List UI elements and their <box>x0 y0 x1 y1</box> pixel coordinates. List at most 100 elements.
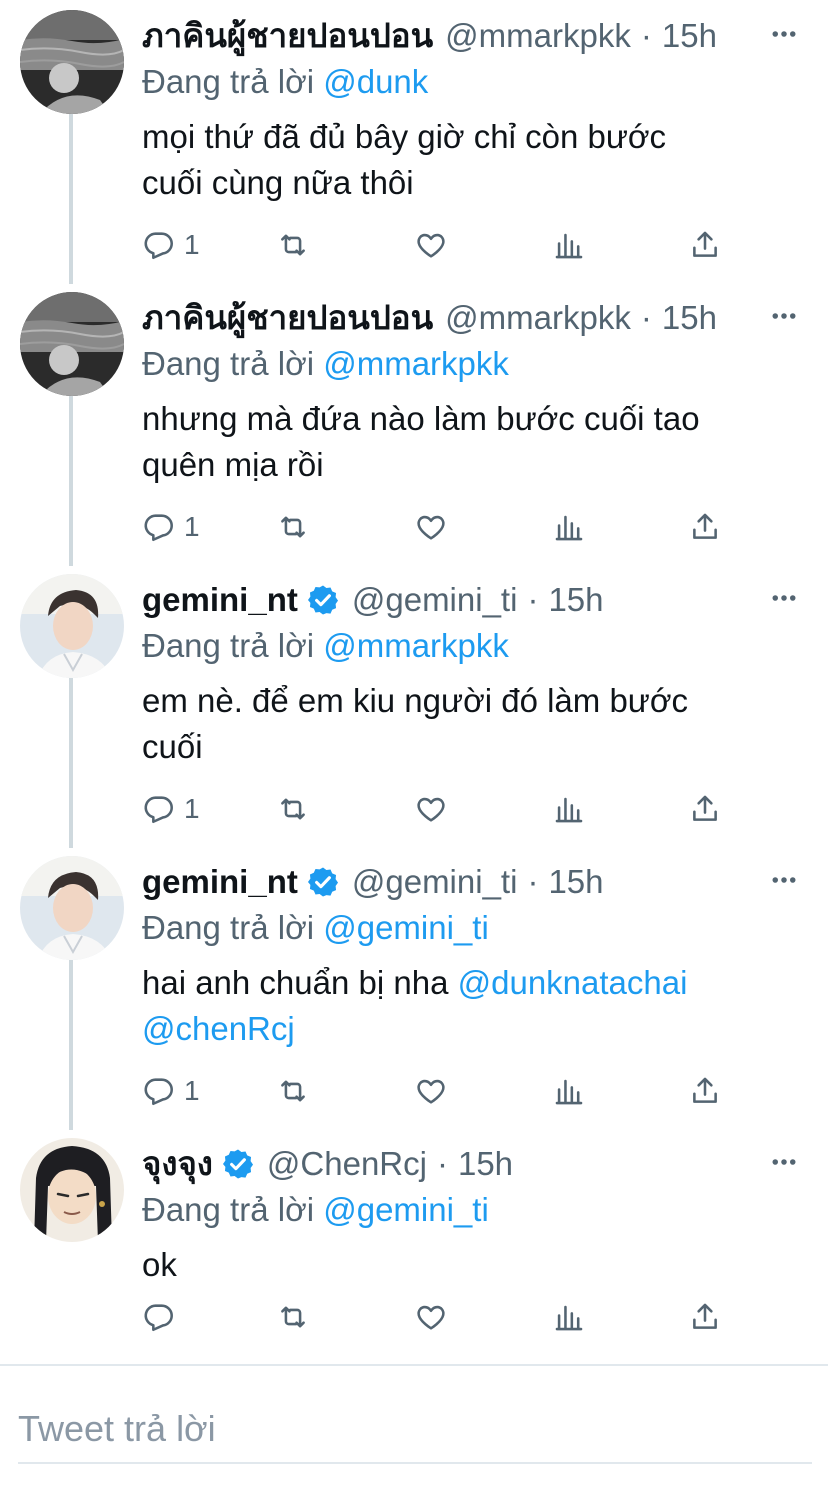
timestamp[interactable]: 15h <box>662 14 717 58</box>
share-button[interactable] <box>688 504 722 550</box>
display-name[interactable]: ภาคินผู้ชายปอนปอน <box>142 296 433 340</box>
conversation-thread: ภาคินผู้ชายปอนปอน @mmarkpkk · 15h Đang t… <box>0 0 828 1354</box>
tweet-text: ok <box>142 1242 792 1288</box>
avatar[interactable] <box>20 292 124 396</box>
replying-to-label: Đang trả lời <box>142 909 315 946</box>
share-button[interactable] <box>688 1294 722 1340</box>
separator-dot: · <box>436 1145 448 1182</box>
view-stats-button[interactable] <box>552 222 586 268</box>
text-mention[interactable]: @chenRcj <box>142 1010 295 1047</box>
more-icon <box>772 31 796 37</box>
thread-connector-line <box>69 114 73 284</box>
like-button[interactable] <box>414 1294 448 1340</box>
timestamp[interactable]: 15h <box>548 860 603 904</box>
reply-icon <box>144 1304 173 1332</box>
more-options-button[interactable] <box>766 16 802 52</box>
tweet-header: ภาคินผู้ชายปอนปอน @mmarkpkk · 15h <box>142 296 738 340</box>
user-handle[interactable]: @gemini_ti <box>352 578 518 622</box>
like-button[interactable] <box>414 786 448 832</box>
view-stats-button[interactable] <box>552 1294 586 1340</box>
timestamp[interactable]: 15h <box>458 1142 513 1186</box>
tweet-text-line: cuối <box>142 728 203 765</box>
view-stats-button[interactable] <box>552 504 586 550</box>
retweet-button[interactable] <box>276 786 310 832</box>
tweet-actions: 1 <box>142 222 742 268</box>
tweet-text-body: hai anh chuẩn bị nha <box>142 964 458 1001</box>
more-options-button[interactable] <box>766 580 802 616</box>
share-icon <box>693 513 717 539</box>
avatar[interactable] <box>20 1138 124 1242</box>
tweet-header: gemini_nt @gemini_ti · 15h <box>142 860 738 904</box>
replying-to-mention[interactable]: @gemini_ti <box>323 909 489 946</box>
view-stats-button[interactable] <box>552 786 586 832</box>
reply-icon <box>144 514 173 542</box>
thread-connector-line <box>69 960 73 1130</box>
reply-input[interactable] <box>18 1396 810 1462</box>
reply-button[interactable]: 1 <box>142 1068 200 1114</box>
reply-count: 1 <box>184 793 200 824</box>
view-stats-button[interactable] <box>552 1068 586 1114</box>
replying-to-mention[interactable]: @mmarkpkk <box>323 345 509 382</box>
retweet-button[interactable] <box>276 1294 310 1340</box>
display-name[interactable]: gemini_nt <box>142 578 298 622</box>
display-name[interactable]: ภาคินผู้ชายปอนปอน <box>142 14 433 58</box>
avatar[interactable] <box>20 10 124 114</box>
reply-button[interactable]: 1 <box>142 222 200 268</box>
tweet-actions: 1 <box>142 504 742 550</box>
reply-composer <box>0 1364 828 1487</box>
tweet-header: ภาคินผู้ชายปอนปอน @mmarkpkk · 15h <box>142 14 738 58</box>
tweet[interactable]: ภาคินผู้ชายปอนปอน @mmarkpkk · 15h Đang t… <box>0 282 828 566</box>
stats-icon <box>555 233 583 259</box>
replying-to: Đang trả lời @mmarkpkk <box>142 342 509 386</box>
more-options-button[interactable] <box>766 1144 802 1180</box>
timestamp[interactable]: 15h <box>662 296 717 340</box>
tweet[interactable]: จุงจุง @ChenRcj · 15h Đang trả lời @gemi… <box>0 1128 828 1354</box>
tweet-header: จุงจุง @ChenRcj · 15h <box>142 1142 738 1186</box>
share-button[interactable] <box>688 222 722 268</box>
replying-to-mention[interactable]: @gemini_ti <box>323 1191 489 1228</box>
reply-button[interactable] <box>142 1294 184 1340</box>
retweet-button[interactable] <box>276 504 310 550</box>
user-handle[interactable]: @mmarkpkk <box>445 14 631 58</box>
more-options-button[interactable] <box>766 298 802 334</box>
stats-icon <box>555 515 583 541</box>
tweet[interactable]: gemini_nt @gemini_ti · 15h Đang trả lời … <box>0 564 828 848</box>
text-mention[interactable]: @dunknatachai <box>458 964 688 1001</box>
replying-to-label: Đang trả lời <box>142 627 315 664</box>
more-icon <box>772 1159 796 1165</box>
replying-to: Đang trả lời @gemini_ti <box>142 1188 489 1232</box>
tweet[interactable]: gemini_nt @gemini_ti · 15h Đang trả lời … <box>0 846 828 1130</box>
retweet-icon <box>281 516 305 538</box>
tweet-text-line: hai anh chuẩn bị nha @dunknatachai <box>142 960 792 1006</box>
stats-icon <box>555 1079 583 1105</box>
share-button[interactable] <box>688 786 722 832</box>
replying-to-mention[interactable]: @dunk <box>323 63 428 100</box>
tweet-text-line: cuối cùng nữa thôi <box>142 164 414 201</box>
reply-icon <box>144 796 173 824</box>
separator-dot: · <box>527 863 539 900</box>
more-options-button[interactable] <box>766 862 802 898</box>
timestamp[interactable]: 15h <box>548 578 603 622</box>
like-button[interactable] <box>414 1068 448 1114</box>
like-button[interactable] <box>414 222 448 268</box>
share-button[interactable] <box>688 1068 722 1114</box>
user-handle[interactable]: @mmarkpkk <box>445 296 631 340</box>
retweet-button[interactable] <box>276 222 310 268</box>
retweet-button[interactable] <box>276 1068 310 1114</box>
user-handle[interactable]: @ChenRcj <box>267 1142 427 1186</box>
reply-button[interactable]: 1 <box>142 786 200 832</box>
more-icon <box>772 313 796 319</box>
display-name[interactable]: จุงจุง <box>142 1142 213 1186</box>
replying-to-mention[interactable]: @mmarkpkk <box>323 627 509 664</box>
display-name[interactable]: gemini_nt <box>142 860 298 904</box>
reply-button[interactable]: 1 <box>142 504 200 550</box>
avatar[interactable] <box>20 856 124 960</box>
like-button[interactable] <box>414 504 448 550</box>
tweet[interactable]: ภาคินผู้ชายปอนปอน @mmarkpkk · 15h Đang t… <box>0 0 828 284</box>
avatar[interactable] <box>20 574 124 678</box>
retweet-icon <box>281 798 305 820</box>
user-handle[interactable]: @gemini_ti <box>352 860 518 904</box>
more-icon <box>772 877 796 883</box>
like-icon <box>417 1305 445 1330</box>
tweet-header: gemini_nt @gemini_ti · 15h <box>142 578 738 622</box>
